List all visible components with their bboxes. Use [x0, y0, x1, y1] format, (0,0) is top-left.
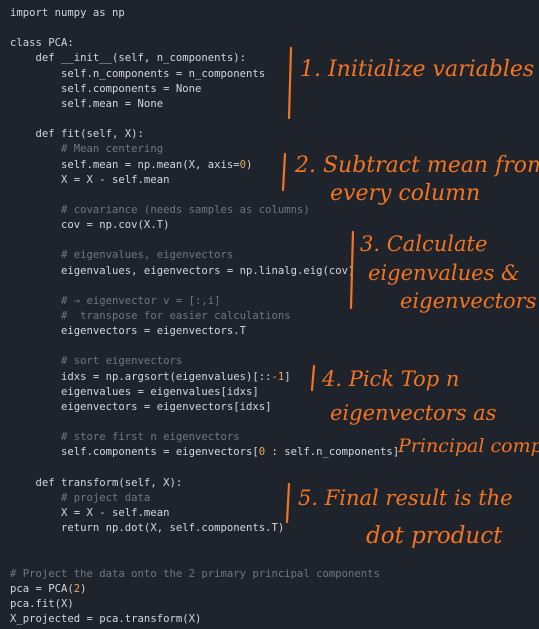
code-line: eigenvalues = eigenvalues[idxs]: [10, 385, 259, 400]
code-line: # eigenvalues, eigenvectors: [10, 248, 233, 263]
code-line: def fit(self, X):: [10, 127, 144, 142]
code-token: ): [246, 158, 253, 171]
code-token: pca = PCA(: [10, 582, 74, 595]
code-token: def transform(self, X):: [10, 476, 183, 489]
code-screenshot: import numpy as np class PCA: def __init_…: [0, 0, 539, 629]
code-line: X = X - self.mean: [10, 506, 169, 521]
code-token: # project data: [10, 491, 151, 504]
code-line: idxs = np.argsort(eigenvalues)[::-1]: [10, 370, 291, 385]
code-line: # Project the data onto the 2 primary pr…: [10, 567, 380, 582]
code-token: X = X - self.mean: [10, 506, 170, 519]
code-line: import numpy as np: [10, 6, 125, 21]
code-line: self.components = eigenvectors[0 : self.…: [10, 445, 399, 460]
code-line: # project data: [10, 491, 150, 506]
code-token: pca.fit(X): [10, 597, 74, 610]
code-token: eigenvectors = eigenvectors[idxs]: [10, 400, 272, 413]
code-line: return np.dot(X, self.components.T): [10, 521, 284, 536]
code-line: # covariance (needs samples as columns): [10, 203, 310, 218]
code-token: X_projected = pca.transform(X): [10, 613, 202, 625]
code-token: return np.dot(X, self.components.T): [10, 522, 285, 535]
code-token: # → eigenvector v = [:,i]: [10, 294, 221, 307]
code-line: pca.fit(X): [10, 597, 74, 612]
code-line: # Mean centering: [10, 142, 163, 157]
code-line: def __init__(self, n_components):: [10, 51, 247, 66]
code-line: eigenvectors = eigenvectors.T: [10, 324, 246, 339]
code-token: ): [80, 582, 87, 595]
code-line: X = X - self.mean: [10, 173, 169, 188]
code-line: self.n_components = n_components: [10, 67, 265, 82]
code-token: # eigenvalues, eigenvectors: [10, 249, 234, 262]
code-token: # sort eigenvectors: [10, 355, 183, 368]
code-line: self.mean = None: [10, 97, 163, 112]
code-token: def fit(self, X):: [10, 128, 144, 141]
code-token: # Project the data onto the 2 primary pr…: [10, 567, 380, 580]
code-token: ]: [284, 370, 291, 383]
code-line: class PCA:: [10, 36, 74, 51]
code-line: def transform(self, X):: [10, 476, 183, 491]
code-token: import numpy as np: [10, 7, 125, 19]
code-line: cov = np.cov(X.T): [10, 218, 169, 233]
code-token: idxs = np.argsort(eigenvalues)[::: [10, 370, 272, 383]
code-token: class PCA:: [10, 37, 74, 50]
code-token: self.components = eigenvectors[: [10, 446, 259, 459]
code-line: pca = PCA(2): [10, 582, 87, 597]
code-token: # store first n eigenvectors: [10, 431, 240, 444]
code-line: # transpose for easier calculations: [10, 309, 291, 324]
code-line: X_projected = pca.transform(X): [10, 612, 201, 627]
code-token: eigenvalues, eigenvectors = np.linalg.ei…: [10, 264, 355, 277]
code-token: self.mean = np.mean(X, axis=: [10, 158, 240, 171]
code-line: eigenvectors = eigenvectors[idxs]: [10, 400, 272, 415]
code-token: # transpose for easier calculations: [10, 310, 291, 322]
code-token: # covariance (needs samples as columns): [10, 203, 310, 216]
code-line: # → eigenvector v = [:,i]: [10, 294, 220, 309]
code-line: # sort eigenvectors: [10, 354, 182, 369]
code-editor: import numpy as np class PCA: def __init_…: [0, 0, 539, 629]
code-token: self.mean = None: [10, 97, 164, 110]
code-token: # Mean centering: [10, 143, 164, 156]
code-token: eigenvectors = eigenvectors.T: [10, 325, 246, 338]
code-token: : self.n_components]: [265, 446, 400, 459]
code-token: def __init__(self, n_components):: [10, 52, 247, 65]
code-token: -1: [271, 370, 285, 383]
code-token: cov = np.cov(X.T): [10, 219, 170, 232]
code-line: self.mean = np.mean(X, axis=0): [10, 158, 252, 173]
code-line: self.components = None: [10, 82, 201, 97]
code-token: eigenvalues = eigenvalues[idxs]: [10, 385, 259, 398]
code-line: # store first n eigenvectors: [10, 430, 240, 445]
code-token: self.components = None: [10, 82, 202, 95]
code-line: eigenvalues, eigenvectors = np.linalg.ei…: [10, 264, 354, 279]
code-token: X = X - self.mean: [10, 173, 170, 186]
code-token: self.n_components = n_components: [10, 67, 266, 80]
